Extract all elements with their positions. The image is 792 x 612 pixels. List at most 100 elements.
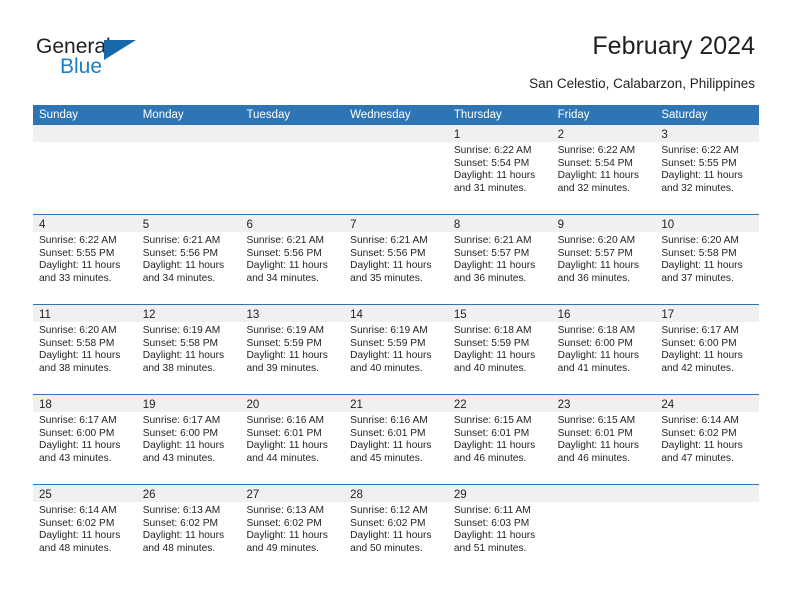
sunset-text: Sunset: 5:58 PM [39,337,115,349]
day-cell-body: Sunrise: 6:19 AM Sunset: 5:59 PM Daylight:… [240,322,344,375]
day-cell-body: Sunrise: 6:22 AM Sunset: 5:54 PM Daylight:… [448,142,552,195]
calendar-day-cell[interactable]: 17 Sunrise: 6:17 AM Sunset: 6:00 PM Dayligh… [655,305,760,394]
calendar-day-cell-empty [240,125,345,214]
sunrise-text: Sunrise: 6:20 AM [39,325,117,336]
day-number: 4 [39,219,46,231]
daylight-text: Daylight: 11 hours and 40 minutes. [350,350,432,374]
sunrise-text: Sunrise: 6:18 AM [453,325,532,336]
page-title: February 2024 [592,32,755,60]
day-cell-body: Sunrise: 6:11 AM Sunset: 6:03 PM Daylight:… [448,502,552,555]
general-blue-logo: General Blue [36,36,146,84]
sunrise-text: Sunrise: 6:17 AM [142,415,221,426]
day-number-band: 16 [551,305,656,322]
day-cell-body: Sunrise: 6:20 AM Sunset: 5:58 PM Daylight:… [655,232,759,285]
day-number-band: 27 [240,485,345,502]
calendar-day-cell[interactable]: 19 Sunrise: 6:17 AM Sunset: 6:00 PM Dayligh… [136,395,241,484]
sunrise-text: Sunrise: 6:16 AM [350,415,428,426]
sunset-text: Sunset: 6:00 PM [557,337,633,349]
day-number: 10 [661,219,675,231]
daylight-text: Daylight: 11 hours and 44 minutes. [246,440,328,464]
calendar-day-cell[interactable]: 14 Sunrise: 6:19 AM Sunset: 5:59 PM Dayligh… [344,305,448,394]
sunset-text: Sunset: 5:55 PM [661,157,737,169]
daylight-text: Daylight: 11 hours and 31 minutes. [453,170,536,194]
calendar-day-cell[interactable]: 9 Sunrise: 6:20 AM Sunset: 5:57 PM Daylight… [551,215,656,304]
day-number-band: 20 [240,395,345,412]
daylight-text: Daylight: 11 hours and 36 minutes. [453,260,536,284]
calendar-day-cell[interactable]: 29 Sunrise: 6:11 AM Sunset: 6:03 PM Dayligh… [447,485,552,574]
calendar-day-cell[interactable]: 18 Sunrise: 6:17 AM Sunset: 6:00 PM Dayligh… [33,395,137,484]
sunset-text: Sunset: 6:01 PM [246,427,322,439]
day-number-band: 23 [551,395,656,412]
daylight-text: Daylight: 11 hours and 48 minutes. [39,530,121,554]
day-number-band: 4 [33,215,137,232]
calendar-day-cell[interactable]: 10 Sunrise: 6:20 AM Sunset: 5:58 PM Dayligh… [655,215,760,304]
calendar-day-cell[interactable]: 20 Sunrise: 6:16 AM Sunset: 6:01 PM Dayligh… [240,395,345,484]
daylight-text: Daylight: 11 hours and 51 minutes. [453,530,536,554]
sunset-text: Sunset: 5:56 PM [142,247,219,259]
day-number-band [655,485,760,502]
day-number-band: 28 [344,485,448,502]
day-number-band: 7 [344,215,448,232]
day-cell-body: Sunrise: 6:21 AM Sunset: 5:56 PM Daylight:… [240,232,344,285]
calendar-day-cell[interactable]: 21 Sunrise: 6:16 AM Sunset: 6:01 PM Dayligh… [344,395,448,484]
daylight-text: Daylight: 11 hours and 40 minutes. [453,350,536,374]
calendar-day-cell[interactable]: 16 Sunrise: 6:18 AM Sunset: 6:00 PM Dayligh… [551,305,656,394]
daylight-text: Daylight: 11 hours and 38 minutes. [39,350,121,374]
calendar-week-row: 1 Sunrise: 6:22 AM Sunset: 5:54 PM Daylight… [33,125,760,214]
sunrise-text: Sunrise: 6:20 AM [661,235,739,246]
day-number: 29 [453,489,467,501]
sunset-text: Sunset: 6:00 PM [142,427,219,439]
day-cell-body: Sunrise: 6:21 AM Sunset: 5:56 PM Daylight:… [137,232,241,285]
calendar-day-cell[interactable]: 11 Sunrise: 6:20 AM Sunset: 5:58 PM Dayligh… [33,305,137,394]
calendar-day-cell[interactable]: 8 Sunrise: 6:21 AM Sunset: 5:57 PM Daylight… [447,215,552,304]
sunrise-text: Sunrise: 6:18 AM [557,325,636,336]
sunrise-text: Sunrise: 6:21 AM [246,235,325,246]
calendar-day-cell[interactable]: 12 Sunrise: 6:19 AM Sunset: 5:58 PM Dayligh… [136,305,241,394]
calendar-day-cell[interactable]: 23 Sunrise: 6:15 AM Sunset: 6:01 PM Dayligh… [551,395,656,484]
day-number: 18 [39,399,52,411]
sunrise-text: Sunrise: 6:15 AM [557,415,636,426]
calendar-day-cell[interactable]: 25 Sunrise: 6:14 AM Sunset: 6:02 PM Dayligh… [33,485,137,574]
day-number: 3 [661,129,668,141]
sunrise-text: Sunrise: 6:15 AM [453,415,532,426]
day-cell-body: Sunrise: 6:14 AM Sunset: 6:02 PM Daylight:… [33,502,137,555]
calendar-day-cell[interactable]: 15 Sunrise: 6:18 AM Sunset: 5:59 PM Dayligh… [447,305,552,394]
calendar-day-cell[interactable]: 24 Sunrise: 6:14 AM Sunset: 6:02 PM Dayligh… [655,395,760,484]
day-cell-body: Sunrise: 6:20 AM Sunset: 5:58 PM Daylight:… [33,322,137,375]
sunrise-text: Sunrise: 6:13 AM [142,505,221,516]
calendar-day-cell[interactable]: 7 Sunrise: 6:21 AM Sunset: 5:56 PM Daylight… [344,215,448,304]
calendar-week-row: 25 Sunrise: 6:14 AM Sunset: 6:02 PM Dayligh… [33,484,760,574]
calendar-day-cell-empty [136,125,241,214]
calendar-day-cell[interactable]: 1 Sunrise: 6:22 AM Sunset: 5:54 PM Daylight… [447,125,552,214]
day-number-band: 13 [240,305,345,322]
daylight-text: Daylight: 11 hours and 41 minutes. [557,350,639,374]
sunset-text: Sunset: 6:02 PM [661,427,737,439]
page-header: General Blue February 2024 San Celestio,… [0,0,792,104]
day-number-band: 21 [344,395,448,412]
day-number: 21 [350,399,363,411]
day-cell-body: Sunrise: 6:13 AM Sunset: 6:02 PM Daylight:… [240,502,344,555]
day-number: 24 [661,399,675,411]
day-number-band: 26 [136,485,241,502]
daylight-text: Daylight: 11 hours and 37 minutes. [661,260,743,284]
calendar-day-cell[interactable]: 3 Sunrise: 6:22 AM Sunset: 5:55 PM Daylight… [655,125,760,214]
day-cell-body: Sunrise: 6:19 AM Sunset: 5:58 PM Daylight:… [137,322,241,375]
calendar-day-cell[interactable]: 6 Sunrise: 6:21 AM Sunset: 5:56 PM Daylight… [240,215,345,304]
day-number: 9 [557,219,564,231]
daylight-text: Daylight: 11 hours and 49 minutes. [246,530,328,554]
day-number: 28 [350,489,363,501]
sunrise-text: Sunrise: 6:22 AM [557,145,636,156]
day-number-band: 12 [136,305,241,322]
calendar-day-cell[interactable]: 13 Sunrise: 6:19 AM Sunset: 5:59 PM Dayligh… [240,305,345,394]
calendar-day-cell[interactable]: 22 Sunrise: 6:15 AM Sunset: 6:01 PM Dayligh… [447,395,552,484]
calendar-day-cell[interactable]: 5 Sunrise: 6:21 AM Sunset: 5:56 PM Daylight… [136,215,241,304]
calendar-day-cell[interactable]: 28 Sunrise: 6:12 AM Sunset: 6:02 PM Dayligh… [344,485,448,574]
sunrise-text: Sunrise: 6:22 AM [39,235,117,246]
day-number-band [344,125,448,142]
calendar-day-cell[interactable]: 2 Sunrise: 6:22 AM Sunset: 5:54 PM Daylight… [551,125,656,214]
sunrise-text: Sunrise: 6:21 AM [142,235,221,246]
daylight-text: Daylight: 11 hours and 42 minutes. [661,350,743,374]
calendar-day-cell[interactable]: 26 Sunrise: 6:13 AM Sunset: 6:02 PM Dayligh… [136,485,241,574]
calendar-day-cell[interactable]: 4 Sunrise: 6:22 AM Sunset: 5:55 PM Daylight… [33,215,137,304]
calendar-day-cell[interactable]: 27 Sunrise: 6:13 AM Sunset: 6:02 PM Dayligh… [240,485,345,574]
